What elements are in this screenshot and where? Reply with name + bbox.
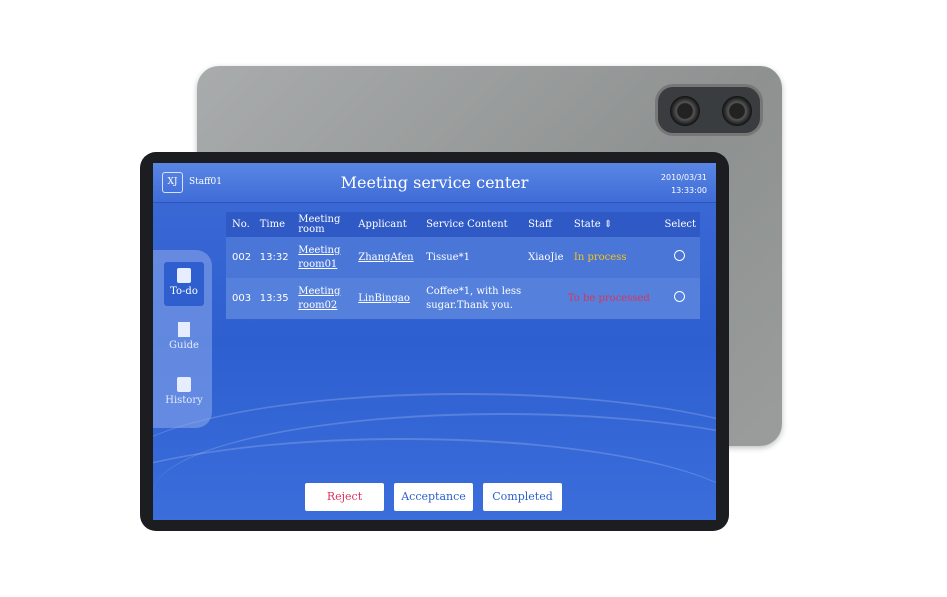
sidebar-item-history[interactable]: History xyxy=(164,377,204,406)
app-header: XJ Staff01 Meeting service center 2010/0… xyxy=(153,163,716,203)
sidebar-item-label: To-do xyxy=(170,286,198,297)
time: 13:33:00 xyxy=(671,186,707,195)
page-title: Meeting service center xyxy=(340,173,529,192)
sidebar: To-do Guide History xyxy=(153,250,212,428)
reject-button[interactable]: Reject xyxy=(305,483,384,511)
signpost-icon xyxy=(178,322,190,337)
camera-lens-icon xyxy=(670,96,700,126)
table-row[interactable]: 002 13:32 Meeting room01 ZhangAfen Tissu… xyxy=(226,237,700,278)
col-content: Service Content xyxy=(420,212,523,237)
cell-time: 13:35 xyxy=(253,278,293,319)
sidebar-item-guide[interactable]: Guide xyxy=(164,322,204,351)
room-link[interactable]: Meeting room02 xyxy=(292,278,353,319)
camera-module xyxy=(655,84,763,136)
table-row[interactable]: 003 13:35 Meeting room02 LinBingao Coffe… xyxy=(226,278,700,319)
col-time: Time xyxy=(253,212,293,237)
sidebar-item-todo[interactable]: To-do xyxy=(164,262,204,306)
applicant-link[interactable]: ZhangAfen xyxy=(352,237,421,278)
calendar-clock-icon xyxy=(177,377,191,392)
sidebar-item-label: Guide xyxy=(169,340,199,351)
applicant-link[interactable]: LinBingao xyxy=(352,278,421,319)
acceptance-button[interactable]: Acceptance xyxy=(394,483,473,511)
col-state[interactable]: State ⇕ xyxy=(567,212,659,237)
col-room: Meeting room xyxy=(292,212,353,237)
clipboard-icon xyxy=(177,268,191,283)
col-no: No. xyxy=(226,212,254,237)
status-badge: In process xyxy=(567,237,659,278)
cell-time: 13:32 xyxy=(253,237,293,278)
table-header: No. Time Meeting room Applicant Service … xyxy=(226,212,700,237)
cell-no: 002 xyxy=(226,237,254,278)
cell-staff xyxy=(522,278,568,319)
col-applicant: Applicant xyxy=(352,212,421,237)
select-radio[interactable] xyxy=(674,249,686,261)
camera-lens-icon xyxy=(722,96,752,126)
cell-staff: XiaoJie xyxy=(522,237,568,278)
select-radio[interactable] xyxy=(674,290,686,302)
date: 2010/03/31 xyxy=(660,173,707,182)
app-screen: XJ Staff01 Meeting service center 2010/0… xyxy=(153,163,716,520)
sort-icon: ⇕ xyxy=(603,218,613,230)
cell-content: Tissue*1 xyxy=(420,237,523,278)
cell-content: Coffee*1, with less sugar.Thank you. xyxy=(420,278,523,319)
col-staff: Staff xyxy=(522,212,568,237)
completed-button[interactable]: Completed xyxy=(483,483,562,511)
state-label: State xyxy=(573,218,601,230)
sidebar-item-label: History xyxy=(165,395,203,406)
status-badge: To be processed xyxy=(567,278,659,319)
datetime: 2010/03/31 13:33:00 xyxy=(661,171,707,197)
task-table: No. Time Meeting room Applicant Service … xyxy=(226,212,700,319)
room-link[interactable]: Meeting room01 xyxy=(292,237,353,278)
col-select: Select xyxy=(658,212,700,237)
cell-no: 003 xyxy=(226,278,254,319)
